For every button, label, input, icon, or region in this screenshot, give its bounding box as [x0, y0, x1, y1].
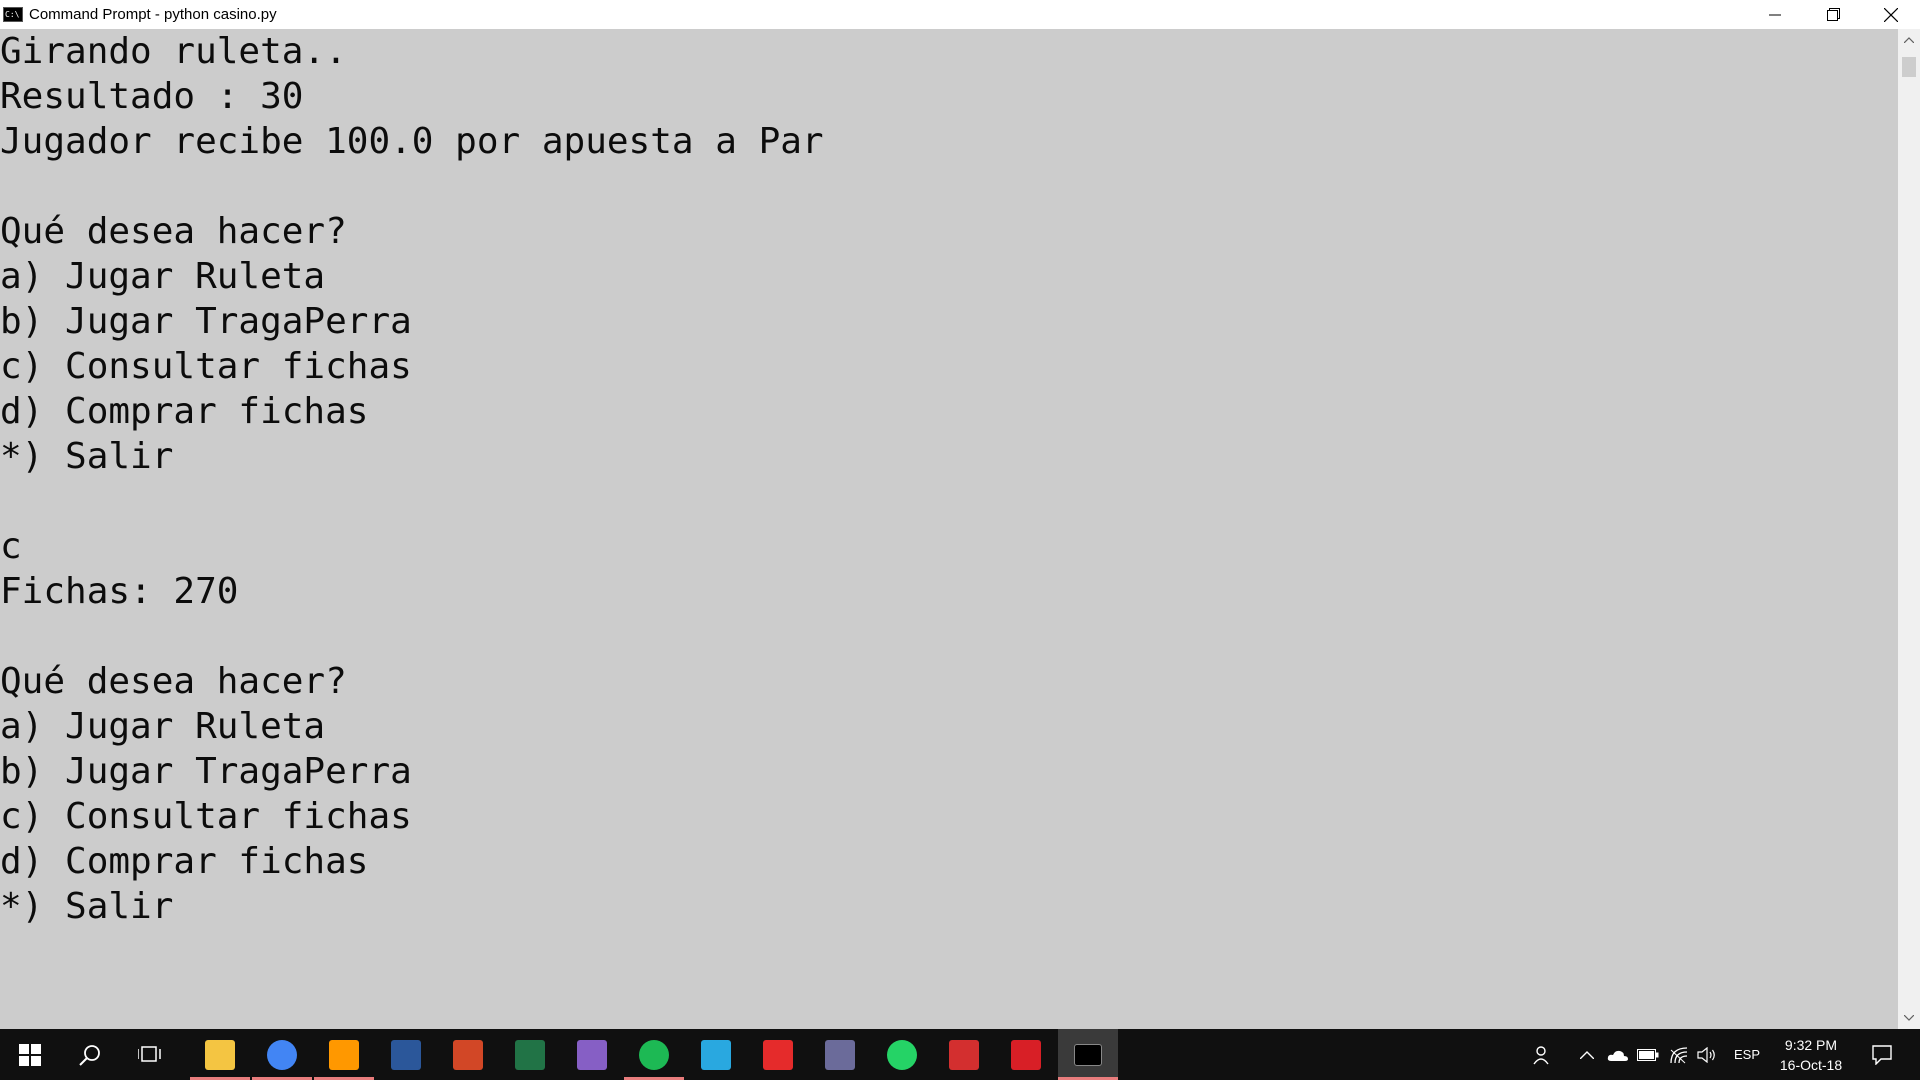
console-output[interactable]: Girando ruleta.. Resultado : 30 Jugador re…	[0, 29, 1898, 1029]
chevron-up-icon	[1580, 1050, 1594, 1059]
speaker-icon	[1697, 1046, 1715, 1063]
sublime-text-icon	[329, 1039, 359, 1070]
console-line: a) Jugar Ruleta	[0, 706, 326, 747]
console-line: Resultado : 30	[0, 76, 304, 117]
task-view-button[interactable]	[120, 1029, 180, 1080]
chevron-up-icon	[1904, 37, 1914, 43]
cloud-icon	[1607, 1050, 1628, 1061]
taskbar-app-word[interactable]	[376, 1029, 436, 1080]
scroll-thumb[interactable]	[1902, 57, 1916, 77]
search-icon	[79, 1044, 100, 1066]
window-title: Command Prompt - python casino.py	[29, 6, 277, 23]
taskbar-app-spotify[interactable]	[624, 1029, 684, 1080]
input-language-button[interactable]: ESP	[1732, 1029, 1762, 1080]
taskbar-app-arduino[interactable]	[934, 1029, 994, 1080]
restore-button[interactable]	[1804, 0, 1862, 29]
whatsapp-icon	[887, 1039, 917, 1070]
taskbar-app-file-explorer[interactable]	[190, 1029, 250, 1080]
powerpoint-icon	[453, 1039, 483, 1070]
clock-date: 16-Oct-18	[1779, 1056, 1843, 1073]
notification-icon	[1872, 1044, 1892, 1065]
taskbar-app-whatsapp[interactable]	[872, 1029, 932, 1080]
wifi-button[interactable]	[1666, 1029, 1692, 1080]
people-button[interactable]	[1528, 1029, 1558, 1080]
taskbar-app-app-chart[interactable]	[810, 1029, 870, 1080]
windows-logo-icon	[19, 1043, 41, 1066]
visual-studio-icon	[577, 1039, 607, 1070]
taskbar-app-flash[interactable]	[996, 1029, 1056, 1080]
taskbar-app-app-red-gear[interactable]	[748, 1029, 808, 1080]
close-icon	[1884, 7, 1898, 22]
console-line: c	[0, 526, 22, 567]
wifi-icon	[1670, 1046, 1688, 1063]
battery-icon	[1637, 1048, 1659, 1061]
onedrive-button[interactable]	[1605, 1029, 1631, 1080]
app-chart-icon	[825, 1039, 855, 1070]
taskbar-app-powerpoint[interactable]	[438, 1029, 498, 1080]
flash-icon	[1011, 1039, 1041, 1070]
command-prompt-icon	[3, 7, 23, 22]
clock[interactable]: 9:32 PM 16-Oct-18	[1770, 1029, 1852, 1080]
window-controls	[1746, 0, 1920, 29]
console-line: Girando ruleta..	[0, 31, 347, 72]
store-icon	[701, 1039, 731, 1070]
scroll-up-button[interactable]	[1898, 29, 1920, 51]
battery-button[interactable]	[1636, 1029, 1660, 1080]
restore-icon	[1826, 8, 1840, 21]
start-button[interactable]	[0, 1029, 60, 1080]
spotify-icon	[639, 1039, 669, 1070]
taskbar-app-command-prompt[interactable]	[1058, 1029, 1118, 1080]
task-view-icon	[138, 1045, 161, 1062]
word-icon	[391, 1039, 421, 1070]
console-line: b) Jugar TragaPerra	[0, 301, 412, 342]
close-button[interactable]	[1862, 0, 1920, 29]
search-button[interactable]	[60, 1029, 120, 1080]
console-line: a) Jugar Ruleta	[0, 256, 326, 297]
scroll-down-button[interactable]	[1898, 1007, 1920, 1029]
console-line: Fichas: 270	[0, 571, 239, 612]
console-line: Jugador recibe 100.0 por apuesta a Par	[0, 121, 824, 162]
console-line: *) Salir	[0, 436, 174, 477]
console-line: *) Salir	[0, 886, 174, 927]
console-line: Qué desea hacer?	[0, 661, 347, 702]
arduino-icon	[949, 1039, 979, 1070]
taskbar: ESP 9:32 PM 16-Oct-18	[0, 1029, 1920, 1080]
taskbar-app-chrome[interactable]	[252, 1029, 312, 1080]
console-line: c) Consultar fichas	[0, 796, 412, 837]
people-icon	[1533, 1045, 1549, 1064]
command-prompt-icon	[1074, 1043, 1102, 1066]
action-center-button[interactable]	[1864, 1029, 1900, 1080]
clock-time: 9:32 PM	[1784, 1036, 1838, 1053]
taskbar-app-store[interactable]	[686, 1029, 746, 1080]
volume-button[interactable]	[1694, 1029, 1720, 1080]
taskbar-app-sublime-text[interactable]	[314, 1029, 374, 1080]
console-line: d) Comprar fichas	[0, 391, 369, 432]
vertical-scrollbar[interactable]	[1898, 29, 1920, 1029]
taskbar-app-excel[interactable]	[500, 1029, 560, 1080]
console-line: b) Jugar TragaPerra	[0, 751, 412, 792]
minimize-button[interactable]	[1746, 0, 1804, 29]
console-line: d) Comprar fichas	[0, 841, 369, 882]
console-line: c) Consultar fichas	[0, 346, 412, 387]
chevron-down-icon	[1904, 1015, 1914, 1021]
console-line: Qué desea hacer?	[0, 211, 347, 252]
app-red-gear-icon	[763, 1039, 793, 1070]
console-lines: Girando ruleta.. Resultado : 30 Jugador re…	[0, 29, 1898, 974]
taskbar-app-visual-studio[interactable]	[562, 1029, 622, 1080]
minimize-icon	[1769, 14, 1781, 15]
excel-icon	[515, 1039, 545, 1070]
title-bar[interactable]: Command Prompt - python casino.py	[0, 0, 1920, 29]
file-explorer-icon	[205, 1039, 235, 1070]
show-hidden-icons-button[interactable]	[1576, 1029, 1598, 1080]
chrome-icon	[267, 1039, 297, 1070]
